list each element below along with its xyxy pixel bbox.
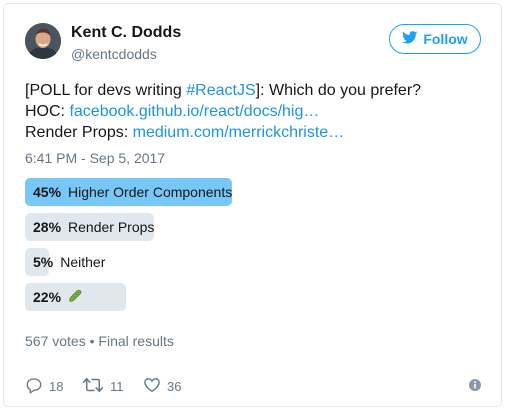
twitter-bird-icon — [402, 31, 418, 47]
tweet-text-segment: ]: Which do you prefer? — [255, 82, 422, 99]
poll-option: 45% Higher Order Components — [25, 178, 485, 206]
retweet-count: 11 — [110, 378, 124, 394]
author-name[interactable]: Kent C. Dodds — [71, 24, 181, 42]
reply-count: 18 — [49, 378, 64, 394]
hoc-label: HOC: — [25, 103, 70, 120]
tweet-line-1: [POLL for devs writing #ReactJS]: Which … — [25, 80, 485, 101]
vote-count: 567 votes — [25, 333, 86, 349]
avatar[interactable] — [25, 23, 61, 59]
tweet-line-2: HOC: facebook.github.io/react/docs/hig… — [25, 101, 485, 122]
poll-option-text: Render Props — [68, 219, 155, 235]
retweet-icon — [82, 376, 104, 397]
follow-label: Follow — [423, 31, 468, 47]
poll-percent: 22% — [33, 289, 62, 305]
hoc-link[interactable]: facebook.github.io/react/docs/hig… — [69, 103, 319, 120]
author-handle[interactable]: @kentcdodds — [71, 46, 157, 62]
tweet-text: [POLL for devs writing #ReactJS]: Which … — [25, 80, 485, 143]
poll-option-label: 45% Higher Order Components — [33, 178, 232, 206]
poll-option-label: 22% — [33, 283, 82, 311]
poll-option-label: 5% Neither — [33, 248, 105, 276]
poll-option-label: 28% Render Props — [33, 213, 154, 241]
retweet-button[interactable]: 11 — [82, 376, 124, 396]
poll-status: Final results — [98, 333, 174, 349]
tweet-line-3: Render Props: medium.com/merrickchriste… — [25, 122, 485, 143]
poll-percent: 5% — [33, 254, 54, 270]
poll-option: 28% Render Props — [25, 213, 485, 241]
poll-percent: 45% — [33, 184, 62, 200]
pickle-emoji-icon — [68, 289, 82, 306]
tweet-text-segment: [POLL for devs writing — [25, 82, 187, 99]
follow-button[interactable]: Follow — [389, 24, 481, 54]
info-icon[interactable] — [468, 378, 482, 397]
separator: • — [89, 333, 95, 349]
poll-footer: 567 votes • Final results — [25, 333, 174, 349]
hashtag-link[interactable]: #ReactJS — [186, 82, 255, 99]
render-props-link[interactable]: medium.com/merrickchriste… — [133, 124, 345, 141]
reply-icon — [25, 376, 43, 397]
poll-option-text: Neither — [60, 254, 106, 270]
poll-percent: 28% — [33, 219, 62, 235]
reply-button[interactable]: 18 — [25, 376, 63, 396]
like-button[interactable]: 36 — [143, 376, 181, 396]
tweet-actions: 18 11 36 — [25, 376, 485, 400]
poll-option-text: Higher Order Components — [68, 184, 233, 200]
render-props-label: Render Props: — [25, 124, 133, 141]
tweet-card: Kent C. Dodds @kentcdodds Follow [POLL f… — [3, 3, 502, 407]
timestamp[interactable]: 6:41 PM - Sep 5, 2017 — [25, 150, 165, 166]
poll-option: 22% — [25, 283, 485, 311]
like-count: 36 — [167, 378, 182, 394]
poll: 45% Higher Order Components 28% Render P… — [25, 178, 485, 318]
heart-icon — [143, 376, 161, 397]
poll-option: 5% Neither — [25, 248, 485, 276]
